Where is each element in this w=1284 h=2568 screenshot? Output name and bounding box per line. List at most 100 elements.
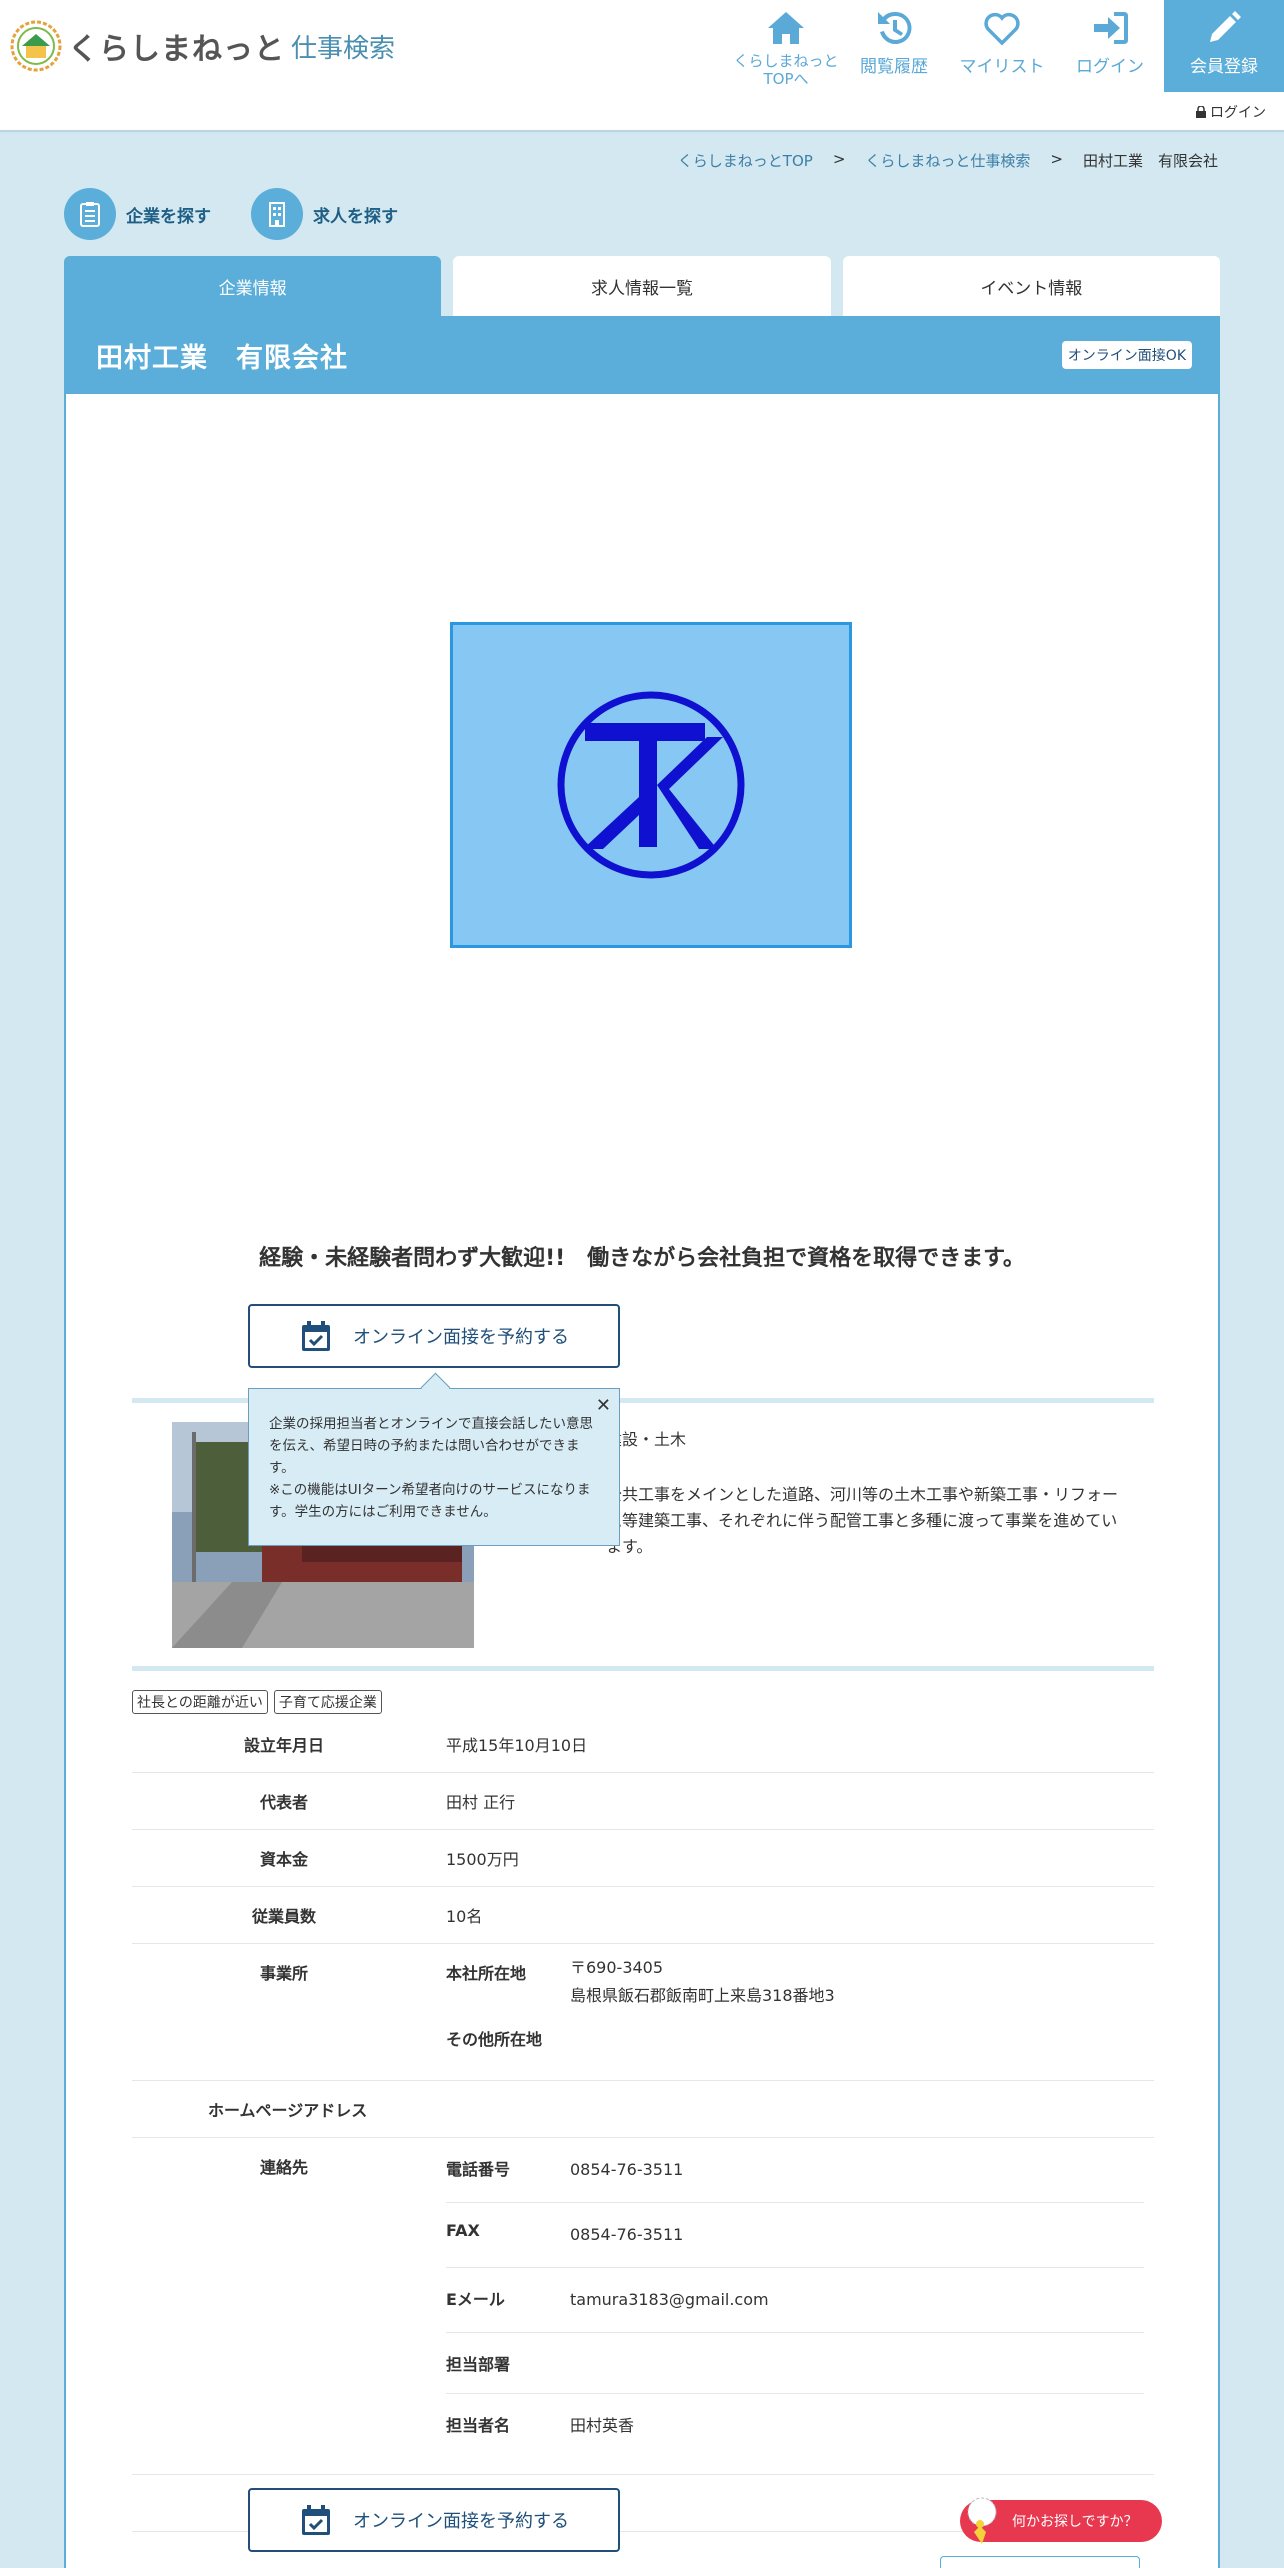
hq-addr: 島根県飯石郡飯南町上来島318番地3 [570,1986,835,2005]
contact-label: 連絡先 [259,2158,308,2177]
catch-copy: 経験・未経験者問わず大歓迎!! 働きながら会社負担で資格を取得できます。 [259,1246,1025,1271]
breadcrumb-separator: > [832,150,846,168]
feature-tags: 社長との距離が近い 子育て応援企業 [132,1690,382,1714]
homepage-value [436,2081,1154,2137]
close-icon[interactable]: ✕ [596,1395,611,1417]
tag-close-to-president: 社長との距離が近い [132,1690,268,1714]
login-link-label: ログイン [1210,105,1266,121]
other-office-row: その他所在地 [446,2018,1154,2074]
nav-top[interactable]: くらしまねっと TOPへ [732,0,840,92]
site-logo[interactable]: くらしまねっと 仕事検索 [10,20,395,72]
find-company-label: 企業を探す [126,206,211,227]
heart-icon [984,12,1020,46]
clipboard-icon [64,188,116,240]
hq-address: 〒690-3405 島根県飯石郡飯南町上来島318番地3 [570,1944,1154,2018]
calendar-check-icon [302,2505,330,2535]
table-row: 資本金 1500万円 [132,1830,1154,1887]
other-office-value [570,2018,1154,2074]
table-row: 設立年月日 平成15年10月10日 [132,1716,1154,1773]
find-company-button[interactable]: 企業を探す [64,188,211,240]
lock-icon [1196,106,1206,118]
person-value: 田村英香 [570,2416,635,2435]
representative-value: 田村 正行 [446,1793,516,1812]
hq-zip: 〒690-3405 [570,1958,664,1977]
hq-row: 本社所在地 〒690-3405 島根県飯石郡飯南町上来島318番地3 [446,1944,1154,2018]
tab-company-info[interactable]: 企業情報 [64,256,442,316]
email-value[interactable]: tamura3183@gmail.com [570,2268,1144,2332]
company-logo-image [450,622,852,948]
breadcrumb: くらしまねっとTOP > くらしまねっと仕事検索 > 田村工業 有限会社 [678,150,1218,171]
capital-value: 1500万円 [446,1850,519,1869]
logo-text: くらしまねっと [68,32,285,67]
history-icon [878,11,912,44]
tooltip-text-1: 企業の採用担当者とオンラインで直接会話したい意思を伝え、希望日時の予約または問い… [269,1416,593,1476]
building-icon [251,188,303,240]
nav-login[interactable]: ログイン [1056,0,1164,92]
search-buttons: 企業を探す 求人を探す [64,188,398,240]
dept-label: 担当部署 [446,2355,511,2374]
nav-register[interactable]: 会員登録 [1164,0,1284,92]
nav-mylist[interactable]: マイリスト [948,0,1056,92]
tab-events[interactable]: イベント情報 [842,256,1220,316]
section-divider [132,1666,1154,1671]
table-row: 従業員数 10名 [132,1887,1154,1944]
reserve-interview-button-bottom[interactable]: オンライン面接を予約する [248,2488,620,2552]
logo-icon [10,20,62,72]
chat-widget[interactable]: 何かお探しですか？ [960,2497,1162,2544]
nav-top-label-1: くらしまねっと [733,52,839,70]
breadcrumb-top[interactable]: くらしまねっとTOP [678,150,813,171]
tel-value: 0854-76-3511 [570,2160,684,2179]
reserve-interview-button[interactable]: オンライン面接を予約する [248,1304,620,1368]
founded-value: 平成15年10月10日 [446,1736,588,1755]
business-description: 公共工事をメインとした道路、河川等の土木工事や新築工事・リフォーム等建築工事、そ… [606,1485,1119,1556]
table-row: 代表者 田村 正行 [132,1773,1154,1830]
reserve-interview-label: オンライン面接を予約する [353,2511,569,2532]
online-interview-badge: オンライン面接OK [1061,341,1192,369]
fax-label: FAX [446,2221,480,2240]
breadcrumb-separator: > [1050,150,1063,168]
breadcrumb-job-search[interactable]: くらしまねっと仕事検索 [865,150,1030,171]
capital-label: 資本金 [259,1850,308,1869]
interview-tooltip: ✕ 企業の採用担当者とオンラインで直接会話したい意思を伝え、希望日時の予約または… [248,1388,620,1546]
fax-value: 0854-76-3511 [570,2225,684,2244]
representative-label: 代表者 [259,1793,308,1812]
nav-login-label: ログイン [1076,57,1144,77]
nav-top-label-2: TOPへ [763,70,809,88]
company-tabs: 企業情報 求人情報一覧 イベント情報 [64,256,1220,316]
homepage-label: ホームページアドレス [208,2101,368,2120]
founded-label: 設立年月日 [243,1736,324,1755]
table-row: 事業所 本社所在地 〒690-3405 島根県飯石郡飯南町上来島318番地3 そ… [132,1944,1154,2081]
pencil-icon [1210,11,1241,42]
nav-history-label: 閲覧履歴 [860,57,928,77]
logo-subtitle: 仕事検索 [291,33,396,64]
other-office-label: その他所在地 [446,2030,543,2049]
person-label: 担当者名 [446,2416,511,2435]
hq-label: 本社所在地 [446,1964,527,1983]
login-link[interactable]: ログイン [1196,102,1266,122]
breadcrumb-current: 田村工業 有限会社 [1082,152,1218,170]
dept-row: 担当部署 [446,2333,1144,2394]
find-job-label: 求人を探す [313,206,398,227]
tab-job-list[interactable]: 求人情報一覧 [453,256,831,316]
company-name: 田村工業 有限会社 [96,342,348,374]
tag-child-support: 子育て応援企業 [273,1690,382,1714]
company-info-table: 設立年月日 平成15年10月10日 代表者 田村 正行 資本金 1500万円 従… [132,1716,1154,2532]
table-row: 連絡先 電話番号 0854-76-3511 FAX 0854-76-3511 E… [132,2138,1154,2475]
tel-label: 電話番号 [446,2160,511,2179]
company-panel: 田村工業 有限会社 オンライン面接OK 経験・未経験者問わず大歓迎!! 働きなが… [64,316,1220,2568]
person-row: 担当者名 田村英香 [446,2394,1144,2458]
nav-history[interactable]: 閲覧履歴 [840,0,948,92]
calendar-check-icon [302,1321,330,1351]
find-job-button[interactable]: 求人を探す [251,188,398,240]
scroll-top-tab[interactable] [940,2556,1140,2568]
table-row: ホームページアドレス [132,2081,1154,2138]
tel-row: 電話番号 0854-76-3511 [446,2138,1144,2203]
reserve-interview-label: オンライン面接を予約する [353,1327,569,1348]
email-row: Eメール tamura3183@gmail.com [446,2268,1144,2333]
dept-value [570,2333,1144,2393]
header-nav: くらしまねっと TOPへ 閲覧履歴 マイリスト ログイン 会員登録 [732,0,1284,92]
office-label: 事業所 [259,1964,308,1983]
home-icon [768,12,804,44]
email-label: Eメール [446,2290,505,2309]
nav-register-label: 会員登録 [1190,57,1258,77]
